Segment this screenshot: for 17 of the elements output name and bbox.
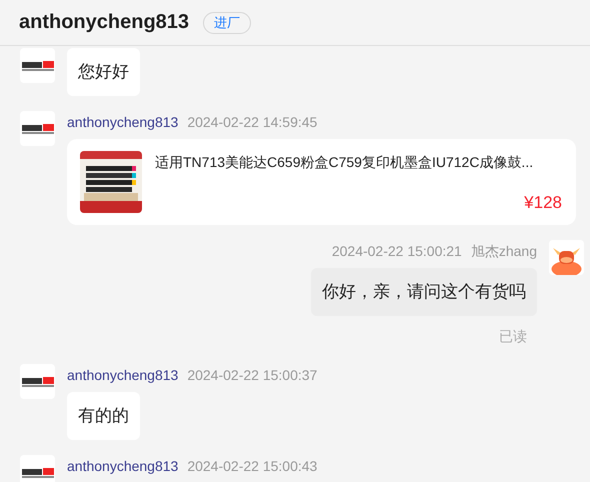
sender-name: anthonycheng813 [67, 457, 178, 475]
message-bubble: 你好，亲，请问这个有货吗 [311, 268, 537, 316]
sender-name: anthonycheng813 [67, 113, 178, 131]
product-card[interactable]: 适用TN713美能达C659粉盒C759复印机墨盒IU712C成像鼓... ¥128 [67, 139, 576, 225]
status-tag: 进厂 [203, 12, 252, 34]
sender-name: 旭杰zhang [470, 242, 537, 260]
message-time: 2024-02-22 15:00:37 [187, 366, 318, 384]
product-price: ¥128 [524, 193, 562, 213]
chat-title: anthonycheng813 [19, 11, 190, 34]
message-time: 2024-02-22 15:00:21 [332, 242, 462, 260]
read-status: 已读 [499, 328, 527, 346]
message-bubble: 有的的 [67, 392, 140, 440]
product-title: 适用TN713美能达C659粉盒C759复印机墨盒IU712C成像鼓... [155, 154, 534, 172]
sender-name: anthonycheng813 [67, 366, 178, 384]
message-time: 2024-02-22 14:59:45 [187, 113, 318, 131]
message-time: 2024-02-22 15:00:43 [187, 457, 318, 475]
message-bubble: 您好好 [67, 48, 140, 96]
